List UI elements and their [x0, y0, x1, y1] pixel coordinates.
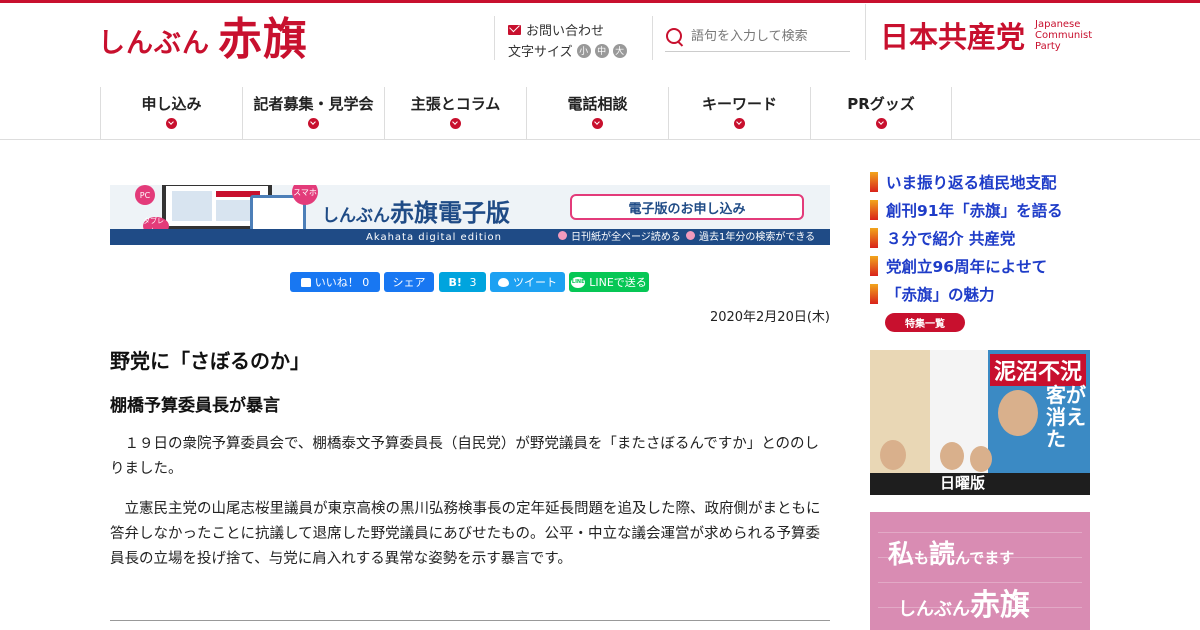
facebook-like-button[interactable]: いいね！ 0	[290, 272, 380, 292]
smartphone-badge: スマホ	[292, 185, 318, 205]
logo-small-text: しんぶん	[98, 28, 210, 59]
twitter-bird-icon	[498, 277, 509, 287]
digital-edition-banner[interactable]: PC タブレット スマホ しんぶん赤旗電子版 Akahata digital e…	[110, 185, 830, 245]
font-size-large-button[interactable]: 大	[612, 43, 627, 58]
like-count: 0	[362, 275, 370, 289]
line-icon: LINE	[571, 276, 586, 288]
tweet-button[interactable]: ツイート	[490, 272, 565, 292]
nav-item-pr-goods[interactable]: PRグッズ	[810, 87, 952, 139]
reader-promo-banner[interactable]: 私も読んでます しんぶん赤旗	[870, 512, 1090, 630]
thumbs-up-icon	[300, 277, 311, 287]
article-paragraph: 立憲民主党の山尾志桜里議員が東京高検の黒川弘務検事長の定年延長問題を追及した際、…	[110, 501, 821, 567]
font-size-medium-button[interactable]: 中	[594, 43, 609, 58]
nav-item-keyword[interactable]: キーワード	[668, 87, 810, 139]
promo-line-1: 私も読んでます	[888, 540, 1015, 570]
cover-headline: 泥沼不況	[990, 354, 1087, 386]
feature-list-button[interactable]: 特集一覧	[885, 313, 965, 332]
nav-item-recruitment[interactable]: 記者募集・見学会	[242, 87, 384, 139]
nav-item-apply[interactable]: 申し込み	[100, 87, 242, 139]
header-divider	[865, 4, 866, 60]
contact-label: お問い合わせ	[526, 24, 605, 39]
hatena-icon: B!	[448, 275, 462, 289]
article-divider	[110, 620, 830, 621]
article-date: 2020年2月20日(木)	[709, 310, 830, 325]
chevron-down-icon	[166, 118, 177, 129]
sidebar-link[interactable]: 「赤旗」の魅力	[870, 280, 1063, 308]
sidebar-link[interactable]: 党創立96周年によせて	[870, 252, 1063, 280]
chevron-down-icon	[592, 118, 603, 129]
font-size-label: 文字サイズ	[508, 45, 573, 60]
chevron-down-icon	[734, 118, 745, 129]
nav-item-opinion[interactable]: 主張とコラム	[384, 87, 526, 139]
banner-feature: 日刊紙が全ページ読める	[558, 228, 681, 243]
jcp-name: 日本共産党	[880, 20, 1026, 54]
header-divider	[652, 16, 653, 60]
font-size-small-button[interactable]: 小	[576, 43, 591, 58]
logo-big-text: 赤旗	[218, 14, 308, 65]
search-input[interactable]	[691, 29, 846, 44]
search-box	[665, 22, 850, 52]
sidebar-link[interactable]: いま振り返る植民地支配	[870, 168, 1063, 196]
nav-item-label: 申し込み	[141, 95, 202, 113]
sidebar-link[interactable]: 創刊91年「赤旗」を語る	[870, 196, 1063, 224]
nav-item-label: 電話相談	[567, 95, 628, 113]
line-share-button[interactable]: LINE LINEで送る	[569, 272, 649, 292]
top-accent-line	[0, 0, 1200, 3]
jcp-logo[interactable]: 日本共産党 Japanese Communist Party	[880, 14, 1092, 56]
chevron-down-icon	[875, 118, 887, 129]
article-subhead: 棚橋予算委員長が暴言	[110, 396, 280, 416]
pc-badge: PC	[135, 185, 155, 205]
nav-item-phone-consult[interactable]: 電話相談	[526, 87, 668, 139]
search-icon[interactable]	[665, 27, 685, 47]
facebook-share-button[interactable]: シェア	[384, 272, 434, 292]
article-headline: 野党に「さぼるのか」	[110, 349, 310, 373]
sunday-edition-cover[interactable]: 泥沼不況 客が消えた 日曜版	[870, 350, 1090, 495]
chevron-down-icon	[308, 118, 319, 129]
nav-item-label: キーワード	[701, 95, 777, 113]
font-size-control: 文字サイズ 小 中 大	[508, 41, 627, 60]
banner-feature: 過去1年分の検索ができる	[686, 228, 815, 243]
cover-edition: 日曜版	[940, 474, 986, 492]
hatena-bookmark-button[interactable]: B! 3	[439, 272, 486, 292]
nav-item-label: PRグッズ	[847, 95, 915, 113]
nav-item-label: 主張とコラム	[410, 95, 501, 113]
promo-line-2: しんぶん赤旗	[898, 588, 1030, 623]
header-divider	[494, 16, 495, 60]
banner-subtitle: Akahata digital edition	[366, 232, 502, 243]
chevron-down-icon	[450, 118, 461, 129]
cover-subheadline: 客が消えた	[1046, 383, 1086, 451]
sidebar-link[interactable]: ３分で紹介 共産党	[870, 224, 1063, 252]
banner-title: しんぶん赤旗電子版	[322, 199, 510, 227]
article-paragraph: １９日の衆院予算委員会で、棚橋泰文予算委員長（自民党）が野党議員を「またさぼるん…	[110, 436, 820, 477]
nav-item-label: 記者募集・見学会	[253, 95, 374, 113]
digital-apply-button[interactable]: 電子版のお申し込み	[570, 194, 804, 220]
mail-icon	[508, 24, 521, 35]
contact-link[interactable]: お問い合わせ	[508, 20, 604, 39]
akahata-logo[interactable]: しんぶん 赤旗	[98, 14, 308, 64]
sidebar-feature-links: いま振り返る植民地支配 創刊91年「赤旗」を語る ３分で紹介 共産党 党創立96…	[870, 168, 1063, 308]
hatebu-count: 3	[469, 275, 477, 289]
main-nav: 申し込み 記者募集・見学会 主張とコラム 電話相談 キーワード PRグッズ	[0, 87, 1200, 140]
jcp-english-name: Japanese Communist Party	[1035, 18, 1093, 52]
